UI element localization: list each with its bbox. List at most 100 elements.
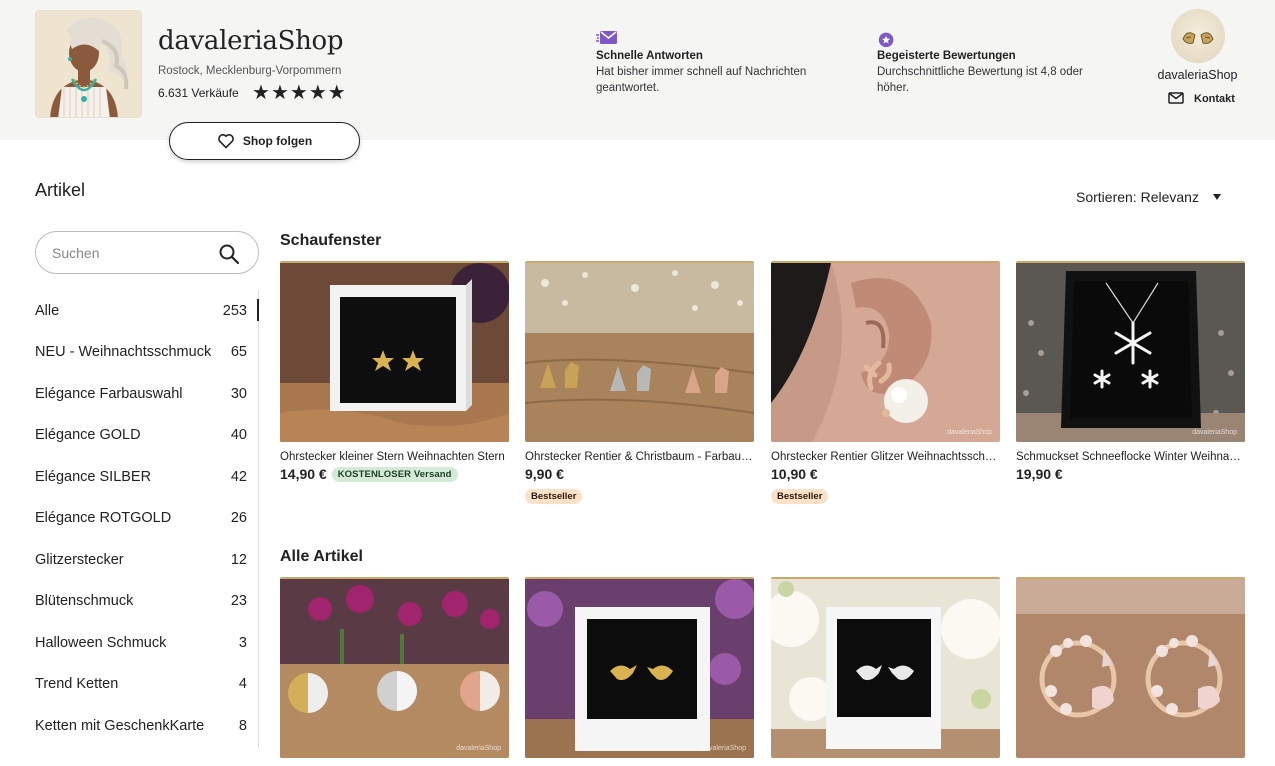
shop-owner: davaleriaShop Kontakt: [1150, 9, 1245, 105]
listing-price: 9,90 €: [525, 466, 564, 482]
star-icon: ★: [289, 82, 308, 104]
listing-title[interactable]: Ohrstecker Rentier & Christbaum - Farbau…: [525, 451, 754, 463]
owner-avatar[interactable]: [1170, 9, 1225, 63]
listing-price: 19,90 €: [1016, 466, 1063, 482]
search-input[interactable]: [52, 243, 212, 263]
listing-price: 14,90 €: [280, 466, 327, 482]
listing-card[interactable]: Ohrstecker Rentier & Christbaum - Farbau…: [525, 261, 754, 504]
category-count: 65: [230, 344, 247, 361]
category-count: 23: [230, 593, 247, 610]
category-item-halloween[interactable]: Halloween Schmuck 3: [35, 622, 259, 664]
feature-title: Begeisterte Bewertungen: [877, 50, 1016, 62]
star-badge-icon: [878, 32, 894, 48]
watermark: davaleriaShop: [1192, 429, 1237, 436]
listing-image[interactable]: davaleriaShop: [1016, 261, 1245, 442]
feature-fast-replies: Schnelle Antworten Hat bisher immer schn…: [596, 30, 846, 96]
category-label: Glitzerstecker: [35, 551, 124, 568]
listing-title[interactable]: Schmuckset Schneeflocke Winter Weihnacht…: [1016, 451, 1245, 463]
items-section-title: Artikel: [35, 180, 86, 200]
bestseller-badge: Bestseller: [771, 489, 829, 504]
category-count: 253: [222, 302, 247, 319]
star-icon: ★: [270, 82, 289, 104]
shop-location: Rostock, Mecklenburg-Vorpommern: [158, 65, 342, 77]
listing-card[interactable]: davaleriaShop: [525, 577, 754, 758]
feature-title: Schnelle Antworten: [596, 50, 703, 62]
category-count: 42: [230, 468, 247, 485]
owner-name: davaleriaShop: [1157, 68, 1238, 82]
listing-image[interactable]: [1016, 577, 1245, 758]
category-item-trend-ketten[interactable]: Trend Ketten 4: [35, 664, 259, 706]
free-shipping-badge: KOSTENLOSER Versand: [331, 466, 458, 482]
listing-image[interactable]: davaleriaShop: [280, 577, 509, 758]
follow-shop-label: Shop folgen: [242, 134, 313, 148]
watermark: davaleriaShop: [701, 745, 746, 752]
category-label: Elégance SILBER: [35, 468, 152, 485]
listing-image[interactable]: davaleriaShop: [525, 577, 754, 758]
category-item-farbauswahl[interactable]: Elégance Farbauswahl 30: [35, 373, 259, 415]
category-label: Elégance Farbauswahl: [35, 385, 183, 402]
star-icon: ★: [327, 82, 346, 104]
listing-card[interactable]: davaleriaShop Schmuckset Schneeflocke Wi…: [1016, 261, 1245, 482]
envelope-fast-icon: [596, 31, 617, 44]
category-item-alle[interactable]: Alle 253: [35, 290, 259, 332]
star-icon: ★: [308, 82, 327, 104]
follow-shop-button[interactable]: Shop folgen: [169, 122, 360, 160]
bestseller-badge: Bestseller: [525, 489, 583, 504]
feature-description: Hat bisher immer schnell auf Nachrichten…: [596, 66, 807, 94]
listing-image[interactable]: [525, 261, 754, 442]
category-label: Alle: [35, 302, 60, 319]
listing-price: 10,90 €: [771, 466, 818, 482]
category-list: Alle 253 NEU - Weihnachtsschmuck 65 Elég…: [35, 290, 259, 747]
listing-image[interactable]: davaleriaShop: [771, 261, 1000, 442]
caret-down-icon: [1212, 194, 1221, 200]
feature-great-reviews: Begeisterte Bewertungen Durchschnittlich…: [877, 30, 1087, 96]
shop-logo[interactable]: [35, 10, 142, 118]
category-count: 3: [238, 634, 247, 651]
contact-label: Kontakt: [1194, 92, 1235, 105]
category-count: 26: [230, 510, 247, 527]
listing-title[interactable]: Ohrstecker kleiner Stern Weihnachten Ste…: [280, 451, 509, 463]
category-count: 8: [238, 717, 247, 734]
category-label: Blütenschmuck: [35, 593, 134, 610]
category-active-indicator: [257, 299, 259, 321]
listing-card[interactable]: davaleriaShop: [280, 577, 509, 758]
category-item-rotgold[interactable]: Elégance ROTGOLD 26: [35, 498, 259, 540]
category-label: Ketten mit GeschenkKarte: [35, 717, 205, 734]
category-item-weihnachtsschmuck[interactable]: NEU - Weihnachtsschmuck 65: [35, 332, 259, 374]
category-label: Halloween Schmuck: [35, 634, 167, 651]
listing-image[interactable]: [771, 577, 1000, 758]
category-item-ketten-geschenkkarte[interactable]: Ketten mit GeschenkKarte 8: [35, 705, 259, 747]
category-count: 4: [238, 676, 247, 693]
category-item-bluetenschmuck[interactable]: Blütenschmuck 23: [35, 581, 259, 623]
listing-image[interactable]: [280, 261, 509, 442]
shop-search-box: [35, 231, 259, 274]
category-item-glitzerstecker[interactable]: Glitzerstecker 12: [35, 539, 259, 581]
category-item-gold[interactable]: Elégance GOLD 40: [35, 415, 259, 457]
listing-card[interactable]: Ohrstecker kleiner Stern Weihnachten Ste…: [280, 261, 509, 482]
contact-button[interactable]: Kontakt: [1150, 92, 1245, 105]
shop-rating-stars[interactable]: ★ ★ ★ ★ ★: [252, 82, 346, 104]
heart-icon: [217, 134, 234, 149]
listing-title[interactable]: Ohrstecker Rentier Glitzer Weihnachtssch…: [771, 451, 1000, 463]
watermark: davaleriaShop: [456, 745, 501, 752]
showcase-title: Schaufenster: [280, 232, 382, 249]
category-divider: [258, 290, 259, 748]
category-label: Trend Ketten: [35, 676, 119, 693]
sort-label: Sortieren: Relevanz: [1076, 189, 1199, 205]
watermark: davaleriaShop: [947, 429, 992, 436]
category-label: Elégance GOLD: [35, 427, 141, 444]
category-count: 30: [230, 385, 247, 402]
category-label: NEU - Weihnachtsschmuck: [35, 344, 212, 361]
category-count: 12: [230, 551, 247, 568]
shop-name: davaleriaShop: [158, 26, 344, 56]
all-items-title: Alle Artikel: [280, 548, 363, 565]
listing-card[interactable]: [1016, 577, 1245, 758]
mail-icon: [1168, 92, 1184, 104]
listing-card[interactable]: [771, 577, 1000, 758]
shop-header: davaleriaShop Rostock, Mecklenburg-Vorpo…: [0, 0, 1275, 160]
listing-card[interactable]: davaleriaShop Ohrstecker Rentier Glitzer…: [771, 261, 1000, 504]
category-label: Elégance ROTGOLD: [35, 510, 172, 527]
sort-dropdown[interactable]: Sortieren: Relevanz: [1076, 189, 1221, 205]
category-item-silber[interactable]: Elégance SILBER 42: [35, 456, 259, 498]
search-icon[interactable]: [218, 243, 240, 265]
